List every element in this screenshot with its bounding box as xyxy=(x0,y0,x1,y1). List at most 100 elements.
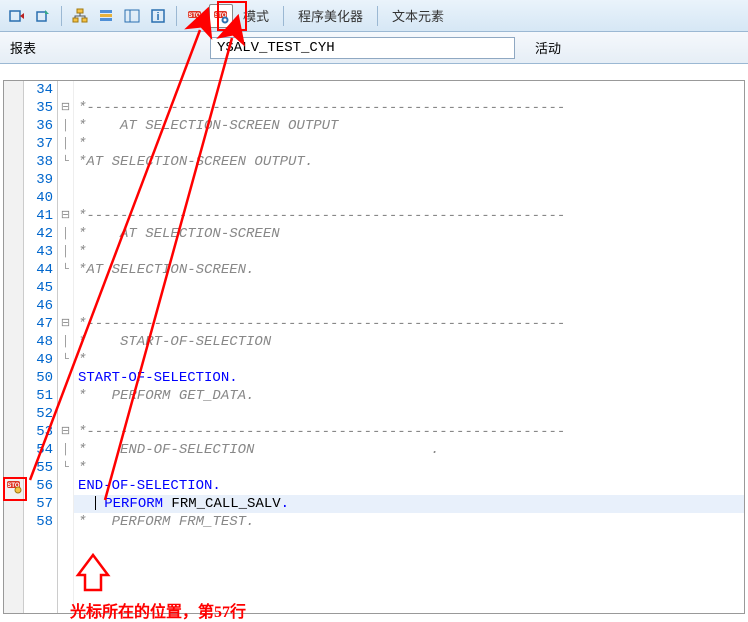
fold-marker[interactable]: └ xyxy=(58,459,73,477)
code-line[interactable] xyxy=(74,297,744,315)
breakpoint-set-icon[interactable]: STO xyxy=(183,4,207,28)
line-number: 38 xyxy=(24,153,57,171)
code-line[interactable]: * xyxy=(74,243,744,261)
fold-gutter[interactable]: ⊟││└⊟││└⊟│└⊟│└ xyxy=(58,81,74,613)
line-number: 34 xyxy=(24,81,57,99)
fold-marker xyxy=(58,495,73,513)
code-line[interactable]: END-OF-SELECTION. xyxy=(74,477,744,495)
fold-marker[interactable]: └ xyxy=(58,261,73,279)
line-number: 40 xyxy=(24,189,57,207)
code-line[interactable] xyxy=(74,189,744,207)
code-line[interactable]: *AT SELECTION-SCREEN. xyxy=(74,261,744,279)
fold-marker[interactable]: ⊟ xyxy=(58,99,73,117)
fold-marker xyxy=(58,513,73,531)
code-line[interactable]: START-OF-SELECTION. xyxy=(74,369,744,387)
line-number: 46 xyxy=(24,297,57,315)
line-number: 44 xyxy=(24,261,57,279)
toolbar-separator xyxy=(61,6,62,26)
code-line[interactable]: * AT SELECTION-SCREEN xyxy=(74,225,744,243)
toolbar-separator xyxy=(176,6,177,26)
report-label: 报表 xyxy=(10,38,200,57)
info-icon[interactable]: i xyxy=(146,4,170,28)
fold-marker[interactable]: ⊟ xyxy=(58,423,73,441)
svg-text:i: i xyxy=(156,11,159,23)
line-number: 48 xyxy=(24,333,57,351)
code-line[interactable]: *---------------------------------------… xyxy=(74,99,744,117)
fold-marker[interactable]: ⊟ xyxy=(58,207,73,225)
fold-marker[interactable]: └ xyxy=(58,153,73,171)
line-number: 49 xyxy=(24,351,57,369)
line-number: 47 xyxy=(24,315,57,333)
line-number: 42 xyxy=(24,225,57,243)
fold-marker xyxy=(58,81,73,99)
fold-marker xyxy=(58,369,73,387)
fold-marker xyxy=(58,297,73,315)
fold-marker[interactable]: │ xyxy=(58,117,73,135)
line-number: 37 xyxy=(24,135,57,153)
line-number: 41 xyxy=(24,207,57,225)
fold-marker xyxy=(58,171,73,189)
code-line[interactable]: * AT SELECTION-SCREEN OUTPUT xyxy=(74,117,744,135)
pretty-printer-menu[interactable]: 程序美化器 xyxy=(290,6,371,25)
line-number: 53 xyxy=(24,423,57,441)
fold-marker[interactable]: │ xyxy=(58,135,73,153)
code-line[interactable]: *---------------------------------------… xyxy=(74,423,744,441)
code-line[interactable]: * PERFORM GET_DATA. xyxy=(74,387,744,405)
code-line[interactable] xyxy=(74,81,744,99)
code-line[interactable]: PERFORM FRM_CALL_SALV. xyxy=(74,495,744,513)
main-toolbar: i STO STO 模式 程序美化器 文本元素 xyxy=(0,0,748,32)
code-line[interactable]: *---------------------------------------… xyxy=(74,207,744,225)
text-elements-menu[interactable]: 文本元素 xyxy=(384,6,452,25)
fold-marker[interactable]: └ xyxy=(58,351,73,369)
toolbar-separator xyxy=(377,6,378,26)
code-editor: STO 343536373839404142434445464748495051… xyxy=(3,80,745,614)
code-line[interactable]: * xyxy=(74,459,744,477)
fold-marker xyxy=(58,405,73,423)
fold-marker[interactable]: │ xyxy=(58,333,73,351)
stack-icon[interactable] xyxy=(94,4,118,28)
fold-marker xyxy=(58,387,73,405)
breakpoint-marker-icon[interactable]: STO xyxy=(6,478,22,494)
breakpoint-gutter[interactable]: STO xyxy=(4,81,24,613)
annotation-caption: 光标所在的位置，第57行 xyxy=(70,598,246,622)
line-number: 50 xyxy=(24,369,57,387)
code-line[interactable]: *AT SELECTION-SCREEN OUTPUT. xyxy=(74,153,744,171)
breakpoint-toggle-icon[interactable]: STO xyxy=(209,4,233,28)
code-line[interactable]: * xyxy=(74,135,744,153)
toolbar-separator xyxy=(283,6,284,26)
code-line[interactable] xyxy=(74,279,744,297)
code-area[interactable]: *---------------------------------------… xyxy=(74,81,744,613)
code-line[interactable] xyxy=(74,171,744,189)
fold-marker[interactable]: │ xyxy=(58,441,73,459)
line-number: 51 xyxy=(24,387,57,405)
code-line[interactable]: * PERFORM FRM_TEST. xyxy=(74,513,744,531)
code-line[interactable] xyxy=(74,405,744,423)
fold-marker xyxy=(58,189,73,207)
fold-marker xyxy=(58,279,73,297)
line-number: 35 xyxy=(24,99,57,117)
line-number: 43 xyxy=(24,243,57,261)
fold-marker[interactable]: │ xyxy=(58,243,73,261)
fold-marker xyxy=(58,477,73,495)
hierarchy-icon[interactable] xyxy=(68,4,92,28)
line-number: 39 xyxy=(24,171,57,189)
mode-menu[interactable]: 模式 xyxy=(235,6,277,25)
line-number: 45 xyxy=(24,279,57,297)
fold-marker[interactable]: ⊟ xyxy=(58,315,73,333)
line-number: 52 xyxy=(24,405,57,423)
line-number: 55 xyxy=(24,459,57,477)
report-name-input[interactable] xyxy=(210,37,515,59)
line-number: 54 xyxy=(24,441,57,459)
report-header: 报表 活动 xyxy=(0,32,748,64)
code-line[interactable]: * END-OF-SELECTION . xyxy=(74,441,744,459)
toolbar-button-2[interactable] xyxy=(31,4,55,28)
fold-marker[interactable]: │ xyxy=(58,225,73,243)
code-line[interactable]: *---------------------------------------… xyxy=(74,315,744,333)
line-number-gutter: 3435363738394041424344454647484950515253… xyxy=(24,81,58,613)
toolbar-button-1[interactable] xyxy=(5,4,29,28)
line-number: 56 xyxy=(24,477,57,495)
layout-icon[interactable] xyxy=(120,4,144,28)
code-line[interactable]: * START-OF-SELECTION xyxy=(74,333,744,351)
line-number: 57 xyxy=(24,495,57,513)
code-line[interactable]: * xyxy=(74,351,744,369)
